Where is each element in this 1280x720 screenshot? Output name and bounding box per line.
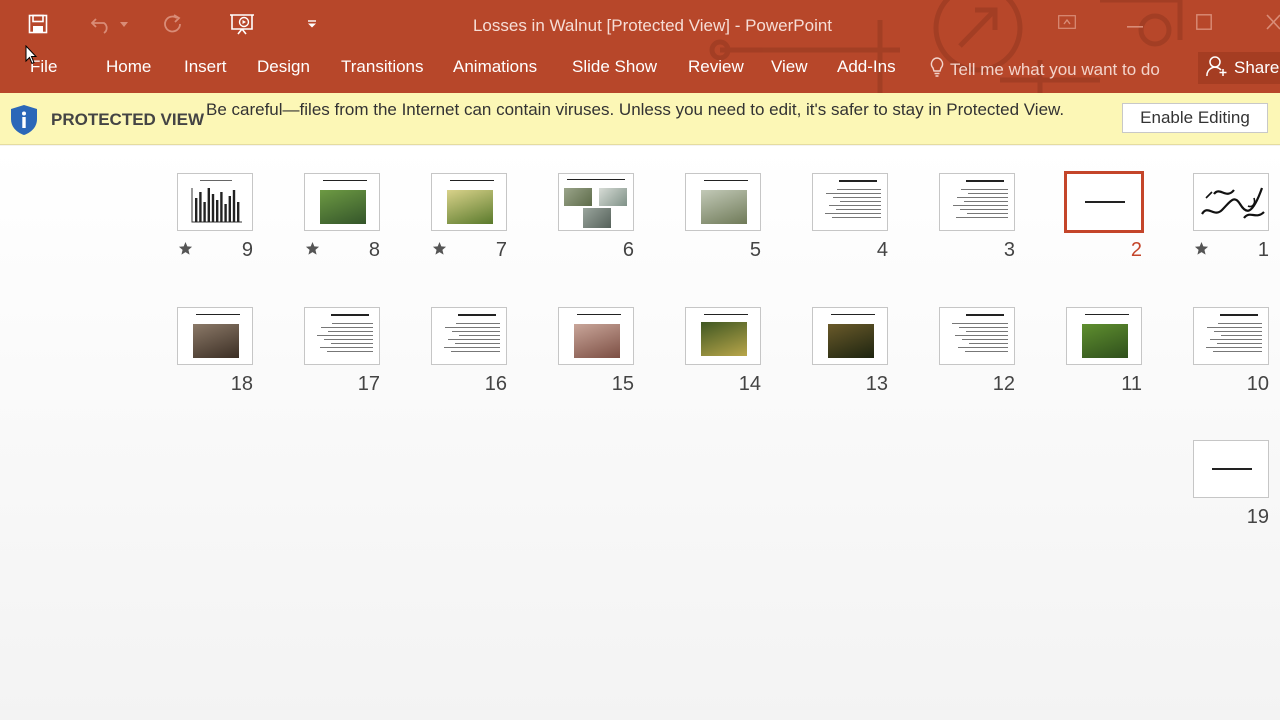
- slide-thumbnail[interactable]: 9: [177, 173, 253, 261]
- slide-number: 4: [876, 239, 888, 261]
- slide-number: 6: [622, 239, 634, 261]
- slide-number: 17: [357, 373, 380, 395]
- slide-thumbnail[interactable]: 8: [304, 173, 380, 261]
- person-icon: [1206, 55, 1234, 82]
- slide-number: 9: [241, 239, 253, 261]
- slide-thumbnail[interactable]: 6: [558, 173, 634, 261]
- tab-transitions[interactable]: Transitions: [341, 57, 424, 77]
- slide-preview[interactable]: [939, 307, 1015, 365]
- slide-number: 11: [1121, 373, 1142, 395]
- slide-preview[interactable]: [939, 173, 1015, 231]
- tab-design[interactable]: Design: [257, 57, 310, 77]
- slide-number: 14: [738, 373, 761, 395]
- slide-number: 7: [495, 239, 507, 261]
- minimize-icon: [1127, 15, 1143, 33]
- tab-slide-show[interactable]: Slide Show: [572, 57, 657, 77]
- ribbon-display-options-icon: [1058, 14, 1076, 34]
- tab-insert[interactable]: Insert: [184, 57, 227, 77]
- slide-thumbnail[interactable]: 3: [939, 173, 1015, 261]
- slide-preview[interactable]: [431, 307, 507, 365]
- slide-preview[interactable]: [177, 307, 253, 365]
- animation-star-icon[interactable]: [1194, 241, 1209, 261]
- slide-preview[interactable]: [1193, 440, 1269, 498]
- protected-view-message: Be careful—files from the Internet can c…: [206, 100, 1065, 119]
- slide-thumbnail[interactable]: 13: [812, 307, 888, 395]
- tab-animations[interactable]: Animations: [453, 57, 537, 77]
- slide-thumbnail[interactable]: 11: [1066, 307, 1142, 395]
- slide-preview[interactable]: [1193, 307, 1269, 365]
- slide-number: 3: [1003, 239, 1015, 261]
- share-label: Share: [1234, 58, 1280, 77]
- mouse-cursor-icon: [25, 45, 37, 65]
- slide-number: 18: [230, 373, 253, 395]
- slide-number: 10: [1246, 373, 1269, 395]
- tab-review[interactable]: Review: [688, 57, 744, 77]
- slide-thumbnail[interactable]: 17: [304, 307, 380, 395]
- maximize-button[interactable]: [1181, 8, 1227, 40]
- slide-number: 19: [1246, 506, 1269, 528]
- slide-number: 16: [484, 373, 507, 395]
- slide-thumbnail[interactable]: 7: [431, 173, 507, 261]
- slide-number: 5: [749, 239, 761, 261]
- tab-view[interactable]: View: [771, 57, 808, 77]
- close-button[interactable]: [1250, 8, 1280, 40]
- slide-thumbnail[interactable]: 16: [431, 307, 507, 395]
- slide-preview[interactable]: [431, 173, 507, 231]
- share-button[interactable]: Share: [1198, 52, 1280, 84]
- slide-thumbnail[interactable]: 14: [685, 307, 761, 395]
- slide-thumbnail[interactable]: 5: [685, 173, 761, 261]
- slide-number: 8: [368, 239, 380, 261]
- slide-preview[interactable]: [685, 307, 761, 365]
- slide-preview[interactable]: [812, 173, 888, 231]
- animation-star-icon[interactable]: [305, 241, 320, 261]
- slide-number: 12: [992, 373, 1015, 395]
- slide-thumbnail[interactable]: 12: [939, 307, 1015, 395]
- minimize-button[interactable]: [1112, 8, 1158, 40]
- slide-thumbnail[interactable]: 15: [558, 307, 634, 395]
- slide-thumbnail[interactable]: 18: [177, 307, 253, 395]
- slide-preview[interactable]: [177, 173, 253, 231]
- tab-home[interactable]: Home: [106, 57, 151, 77]
- slide-number: 13: [865, 373, 888, 395]
- protected-view-bar: PROTECTED VIEW Be careful—files from the…: [0, 93, 1280, 145]
- slide-number: 1: [1257, 239, 1269, 261]
- tab-add-ins[interactable]: Add-Ins: [837, 57, 896, 77]
- slide-preview[interactable]: [812, 307, 888, 365]
- slide-number: 2: [1130, 239, 1142, 261]
- slide-preview[interactable]: [558, 307, 634, 365]
- slide-thumbnail[interactable]: 4: [812, 173, 888, 261]
- lightbulb-icon: [930, 57, 950, 82]
- tell-me-search[interactable]: Tell me what you want to do: [930, 57, 1180, 82]
- slide-preview[interactable]: [685, 173, 761, 231]
- shield-info-icon: [10, 104, 38, 141]
- animation-star-icon[interactable]: [178, 241, 193, 261]
- slide-preview[interactable]: [1066, 307, 1142, 365]
- title-bar: Losses in Walnut [Protected View] - Powe…: [0, 0, 1280, 93]
- slide-preview[interactable]: [558, 173, 634, 231]
- slide-preview[interactable]: [304, 307, 380, 365]
- slide-thumbnail[interactable]: 10: [1193, 307, 1269, 395]
- ribbon-display-options-button[interactable]: [1044, 8, 1090, 40]
- slide-preview[interactable]: [1064, 171, 1144, 233]
- slide-preview[interactable]: [304, 173, 380, 231]
- slide-sorter: 1234 5 6 7 8 9 10 11 12 13 14 15 16 17 18 19: [0, 146, 1280, 720]
- slide-thumbnail[interactable]: 19: [1193, 440, 1269, 528]
- slide-thumbnail[interactable]: 1: [1193, 173, 1269, 261]
- animation-star-icon[interactable]: [432, 241, 447, 261]
- slide-number: 15: [611, 373, 634, 395]
- maximize-icon: [1196, 13, 1212, 35]
- enable-editing-button[interactable]: Enable Editing: [1122, 103, 1268, 133]
- slide-thumbnail[interactable]: 2: [1064, 171, 1144, 261]
- slide-preview[interactable]: [1193, 173, 1269, 231]
- protected-view-label: PROTECTED VIEW: [51, 110, 205, 129]
- close-icon: [1266, 13, 1280, 35]
- tell-me-text: Tell me what you want to do: [950, 59, 1160, 79]
